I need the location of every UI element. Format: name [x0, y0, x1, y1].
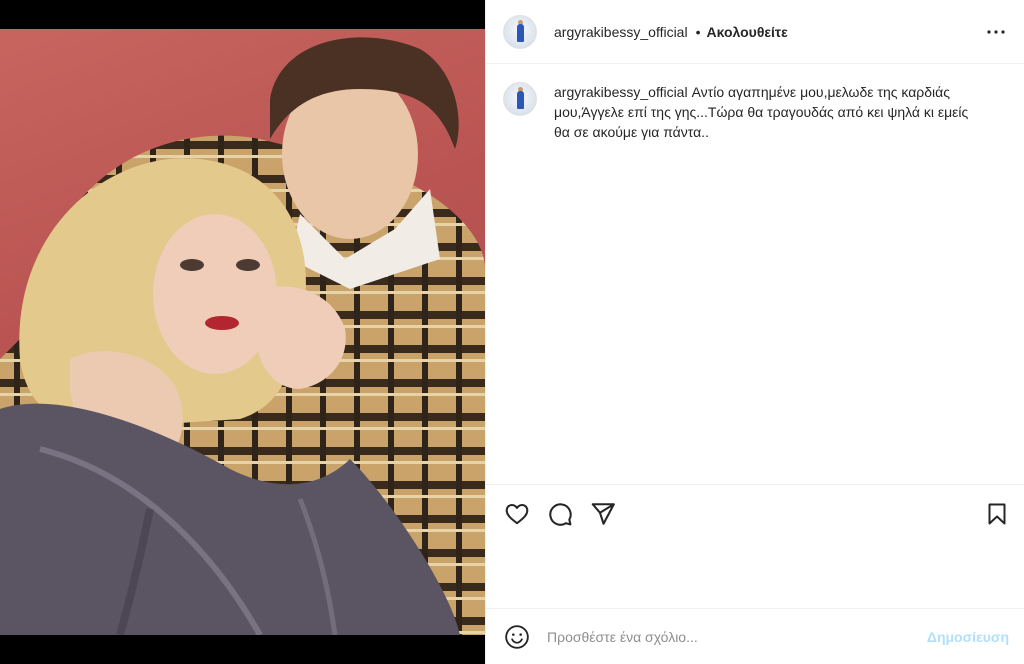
caption-text-block: argyrakibessy_official Αντίο αγαπημένε μο…: [554, 82, 984, 142]
post-caption: argyrakibessy_official Αντίο αγαπημένε μο…: [486, 64, 1024, 142]
couple-photo-illustration: [0, 37, 485, 635]
heart-icon[interactable]: [503, 500, 531, 528]
add-comment-bar: Δημοσίευση: [486, 608, 1024, 664]
post-photo[interactable]: [0, 29, 485, 635]
comment-input[interactable]: [545, 627, 889, 646]
post-actions: [486, 484, 1024, 542]
header-username[interactable]: argyrakibessy_official: [554, 24, 688, 40]
paper-plane-icon[interactable]: [589, 500, 617, 528]
bookmark-icon[interactable]: [983, 500, 1011, 528]
avatar-figure-body: [517, 23, 524, 42]
user-avatar[interactable]: [503, 14, 537, 49]
avatar-figure-body: [517, 91, 524, 109]
post-comment-button[interactable]: Δημοσίευση: [927, 629, 1009, 645]
post-media: [0, 0, 485, 664]
comment-icon[interactable]: [546, 500, 574, 528]
caption-username[interactable]: argyrakibessy_official: [554, 84, 688, 100]
following-button[interactable]: Ακολουθείτε: [707, 24, 788, 40]
instagram-post: argyrakibessy_official • Ακολουθείτε arg…: [0, 0, 1024, 664]
caption-avatar[interactable]: [503, 82, 537, 116]
post-sidebar: argyrakibessy_official • Ακολουθείτε arg…: [485, 0, 1024, 664]
post-header: argyrakibessy_official • Ακολουθείτε: [486, 0, 1024, 64]
header-separator: •: [695, 23, 701, 40]
more-options-icon[interactable]: [984, 20, 1008, 44]
smiley-icon[interactable]: [503, 623, 531, 651]
